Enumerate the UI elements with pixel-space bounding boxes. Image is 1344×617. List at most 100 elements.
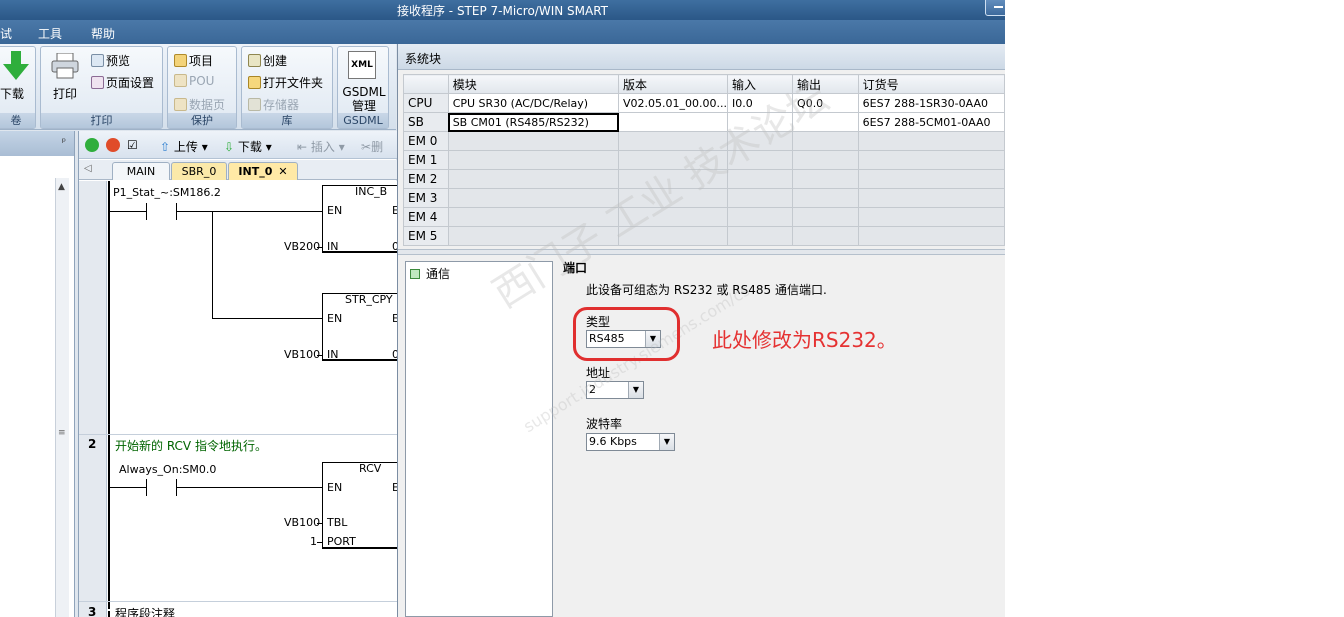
table-cell[interactable] [618, 226, 728, 246]
close-tab-icon[interactable]: ✕ [278, 165, 287, 178]
project-button[interactable]: 项目 [174, 52, 213, 69]
open-folder-button[interactable]: 打开文件夹 [248, 74, 323, 91]
insert-button[interactable]: ⇤ 插入 ▾ [297, 138, 345, 155]
ribbon: 下载 卷 打印 预览 页面设置 打印 项目 POU 数据页 保护 创建 打开文件… [0, 44, 396, 130]
contact-symbol[interactable] [146, 203, 147, 220]
table-cell[interactable] [618, 188, 728, 208]
pin-icon[interactable]: ᵖ [62, 137, 66, 148]
gsdml-manage-button[interactable]: GSDML 管理 [342, 85, 386, 113]
table-cell[interactable] [447, 226, 620, 246]
preview-button[interactable]: 预览 [91, 52, 130, 69]
power-rail [108, 181, 110, 609]
table-cell[interactable] [726, 112, 794, 132]
xml-file-icon[interactable]: XML [348, 51, 376, 79]
table-cell[interactable] [857, 131, 1005, 151]
panel-splitter[interactable] [398, 249, 1005, 255]
table-cell[interactable] [857, 226, 1005, 246]
table-cell[interactable]: 6ES7 288-5CM01-0AA0 [857, 112, 1005, 132]
menu-tools[interactable]: 工具 [38, 25, 62, 42]
baud-rate-select[interactable]: 9.6 Kbps ▼ [586, 433, 675, 451]
print-button[interactable] [51, 52, 79, 82]
table-row[interactable]: EM 0 [403, 131, 1005, 151]
table-cell[interactable] [792, 169, 859, 189]
table-cell[interactable] [857, 188, 1005, 208]
table-cell[interactable] [792, 207, 859, 227]
operand-tbl[interactable]: VB100 [284, 516, 320, 529]
table-cell[interactable] [726, 131, 794, 151]
table-cell[interactable] [447, 131, 620, 151]
operand-in[interactable]: VB100 [284, 348, 320, 361]
table-row[interactable]: EM 4 [403, 207, 1005, 227]
toolbar-download-button[interactable]: ⇩ 下载 ▾ [224, 138, 272, 155]
compile-icon[interactable]: ☑ [127, 138, 138, 152]
stop-icon[interactable] [106, 138, 120, 152]
data-page-button[interactable]: 数据页 [174, 96, 225, 113]
network-comment[interactable]: 程序段注释 [115, 605, 175, 617]
table-row[interactable]: SB SB CM01 (RS485/RS232) 6ES7 288-5CM01-0A… [403, 112, 1005, 132]
table-cell[interactable] [618, 112, 728, 132]
table-cell[interactable] [792, 188, 859, 208]
table-row[interactable]: EM 5 [403, 226, 1005, 246]
table-cell[interactable] [857, 207, 1005, 227]
chevron-down-icon[interactable]: ▼ [628, 382, 643, 398]
page-setup-icon [91, 76, 104, 89]
tab-int0[interactable]: INT_0 ✕ [228, 162, 298, 180]
contact-label: P1_Stat_~:SM186.2 [113, 186, 221, 199]
table-cell[interactable] [618, 207, 728, 227]
table-cell[interactable] [726, 188, 794, 208]
table-cell[interactable] [447, 207, 620, 227]
table-cell[interactable] [726, 207, 794, 227]
delete-button[interactable]: ✂删 [361, 138, 383, 155]
table-row[interactable]: EM 2 [403, 169, 1005, 189]
minimize-button[interactable] [985, 0, 1005, 16]
memory-button[interactable]: 存储器 [248, 96, 299, 113]
table-row[interactable]: EM 3 [403, 188, 1005, 208]
download-button[interactable] [3, 51, 29, 84]
table-cell[interactable] [792, 131, 859, 151]
address-select[interactable]: 2 ▼ [586, 381, 644, 399]
nav-item-communication[interactable]: 通信 [410, 265, 450, 282]
scroll-up-icon[interactable]: ▲ [58, 182, 65, 192]
table-cell[interactable] [447, 150, 620, 170]
tab-sbr0[interactable]: SBR_0 [171, 162, 227, 180]
tab-scroll-left-icon[interactable]: ◁ [84, 163, 92, 174]
table-cell[interactable] [447, 169, 620, 189]
table-cell[interactable] [726, 226, 794, 246]
operand-in[interactable]: VB200 [284, 240, 320, 253]
menu-debug[interactable]: 试 [0, 25, 12, 42]
upload-button[interactable]: ⇧ 上传 ▾ [160, 138, 208, 155]
table-cell[interactable] [857, 150, 1005, 170]
print-label[interactable]: 打印 [53, 85, 77, 102]
table-cell[interactable] [618, 131, 728, 151]
download-label[interactable]: 下载 [0, 85, 24, 102]
table-cell[interactable]: I0.0 [726, 93, 794, 113]
table-cell[interactable] [726, 169, 794, 189]
table-cell[interactable] [618, 150, 728, 170]
table-row[interactable]: CPU CPU SR30 (AC/DC/Relay) V02.05.01_00.00… [403, 93, 1005, 113]
table-cell[interactable] [792, 112, 859, 132]
operand-port[interactable]: 1 [310, 535, 317, 548]
table-cell[interactable] [792, 150, 859, 170]
table-cell[interactable] [792, 226, 859, 246]
page-setup-button[interactable]: 页面设置 [91, 74, 154, 91]
menu-help[interactable]: 帮助 [91, 25, 115, 42]
vertical-scrollbar[interactable]: ▲ ≡ [55, 178, 69, 617]
pou-button[interactable]: POU [174, 74, 214, 88]
scroll-grip-icon[interactable]: ≡ [58, 428, 66, 438]
table-row[interactable]: EM 1 [403, 150, 1005, 170]
table-cell[interactable] [447, 188, 620, 208]
table-cell[interactable] [726, 150, 794, 170]
table-cell[interactable] [857, 169, 1005, 189]
table-cell[interactable]: V02.05.01_00.00... [618, 93, 728, 113]
run-icon[interactable] [85, 138, 99, 152]
table-cell[interactable]: Q0.0 [792, 93, 859, 113]
table-cell[interactable] [618, 169, 728, 189]
create-button[interactable]: 创建 [248, 52, 287, 69]
chevron-down-icon[interactable]: ▼ [659, 434, 674, 450]
table-cell[interactable]: CPU SR30 (AC/DC/Relay) [447, 93, 620, 113]
table-cell[interactable]: 6ES7 288-1SR30-0AA0 [857, 93, 1005, 113]
table-cell[interactable]: SB CM01 (RS485/RS232) [447, 112, 620, 132]
tab-main[interactable]: MAIN [112, 162, 170, 180]
network-comment[interactable]: 开始新的 RCV 指令地执行。 [115, 437, 267, 454]
contact-symbol[interactable] [146, 479, 147, 496]
